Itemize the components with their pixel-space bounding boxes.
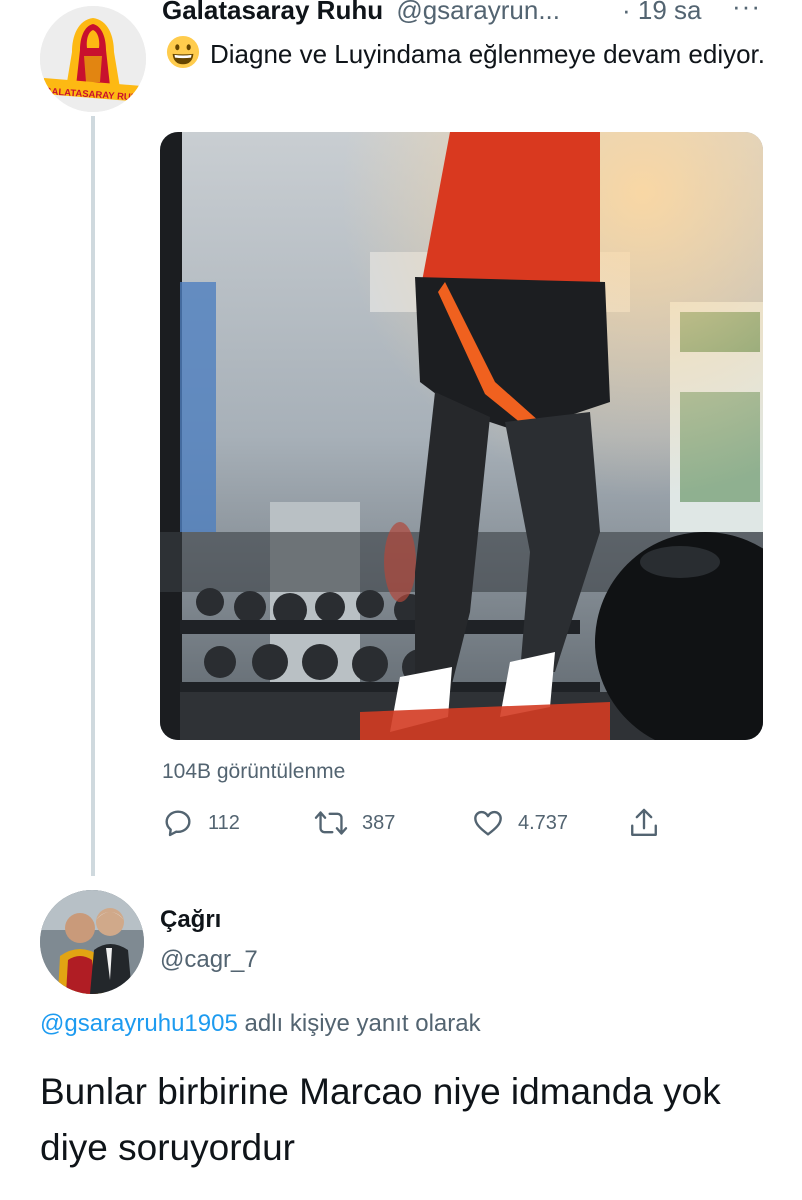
share-button[interactable] [628, 803, 660, 843]
retweet-icon [314, 811, 348, 835]
replying-to-line: @gsarayruhu1905 adlı kişiye yanıt olarak [40, 1010, 481, 1038]
share-icon [631, 808, 657, 836]
reply-button[interactable]: 112 [162, 803, 240, 843]
reply-tweet-text: Bunlar birbirine Marcao niye idmanda yok… [40, 1071, 721, 1168]
galatasaray-logo: GALATASARAY RUH [40, 6, 146, 112]
author-handle[interactable]: @gsarayrun... [396, 0, 560, 25]
retweet-count: 387 [362, 811, 396, 834]
like-icon [474, 810, 502, 836]
avatar-photo [40, 890, 144, 994]
author-avatar[interactable]: GALATASARAY RUH [40, 6, 146, 112]
tweet-timestamp[interactable]: · 19 sa [622, 0, 702, 30]
more-icon[interactable]: ··· [732, 0, 761, 26]
author-name[interactable]: Galatasaray Ruhu [162, 0, 383, 25]
tweet-text: Diagne ve Luyindama eğlenmeye devam ediy… [162, 34, 782, 75]
video-media[interactable] [160, 132, 763, 740]
reply-author-handle[interactable]: @cagr_7 [160, 946, 258, 974]
like-count: 4.737 [518, 811, 569, 834]
replying-to-label: adlı kişiye yanıt olarak [237, 1010, 481, 1037]
grinning-face-emoji [166, 35, 200, 69]
video-frame-gym [160, 132, 763, 740]
reply-count: 112 [208, 811, 240, 834]
like-button[interactable]: 4.737 [472, 803, 568, 843]
reply-icon [165, 810, 191, 837]
retweet-button[interactable]: 387 [314, 803, 395, 843]
replying-to-mention-link[interactable]: @gsarayruhu1905 [40, 1010, 238, 1037]
thread-connector-line [91, 116, 95, 876]
tweet-header: Galatasaray Ruhu @gsarayrun... · 19 sa ·… [162, 0, 782, 30]
reply-author-avatar[interactable] [40, 890, 144, 994]
tweet-body: Diagne ve Luyindama eğlenmeye devam ediy… [210, 39, 766, 69]
view-count: 104B görüntülenme [162, 760, 346, 783]
reply-author-name[interactable]: Çağrı [160, 906, 221, 934]
